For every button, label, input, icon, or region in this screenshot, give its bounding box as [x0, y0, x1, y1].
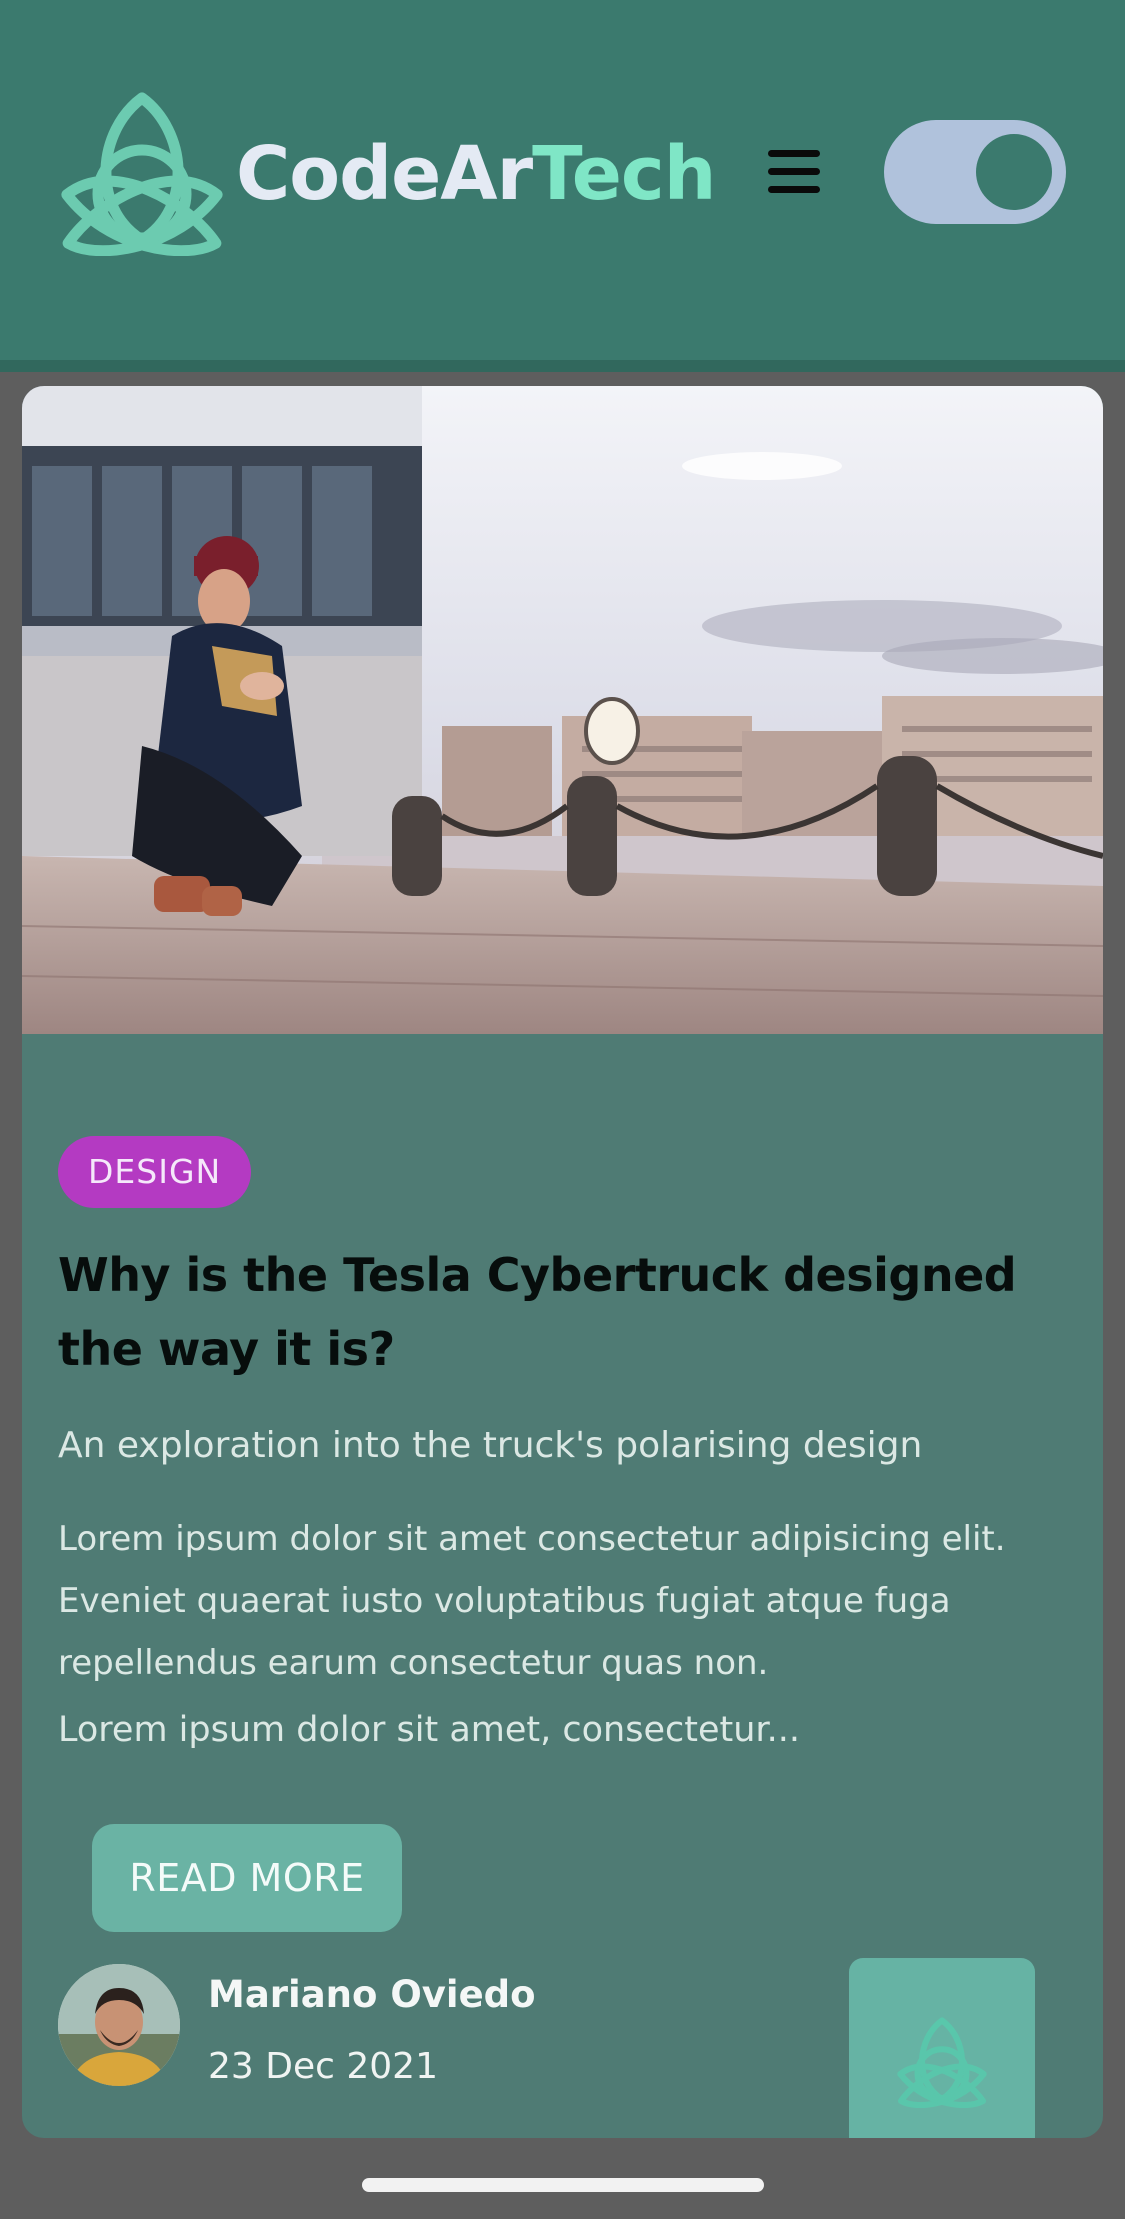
- home-indicator[interactable]: [362, 2178, 764, 2192]
- brand-name[interactable]: CodeArTech: [236, 126, 716, 222]
- triquetra-logo-icon[interactable]: [56, 90, 228, 257]
- author-name[interactable]: Mariano Oviedo: [208, 1970, 536, 2020]
- author-avatar[interactable]: [58, 1964, 180, 2086]
- toggle-knob: [976, 134, 1052, 210]
- post-title[interactable]: Why is the Tesla Cybertruck designed the…: [58, 1238, 1058, 1386]
- post-hero-image: [22, 386, 1103, 1034]
- post-card: DESIGN Why is the Tesla Cybertruck desig…: [22, 386, 1103, 2138]
- post-date: 23 Dec 2021: [208, 2046, 438, 2087]
- read-more-button[interactable]: READ MORE: [92, 1824, 402, 1932]
- hamburger-menu-icon[interactable]: [764, 148, 824, 196]
- category-badge[interactable]: DESIGN: [58, 1136, 252, 1208]
- post-subtitle: An exploration into the truck's polarisi…: [58, 1425, 923, 1466]
- scroll-top-button[interactable]: [849, 1958, 1035, 2138]
- site-header: CodeArTech: [0, 0, 1125, 372]
- post-paragraph: Lorem ipsum dolor sit amet consectetur a…: [58, 1519, 1006, 1683]
- brand-name-part2: Tech: [532, 131, 716, 217]
- triquetra-icon: [897, 2017, 987, 2108]
- post-excerpt: Lorem ipsum dolor sit amet, consectetur.…: [58, 1710, 800, 1750]
- theme-toggle[interactable]: [884, 120, 1066, 224]
- brand-name-part1: CodeAr: [236, 131, 533, 217]
